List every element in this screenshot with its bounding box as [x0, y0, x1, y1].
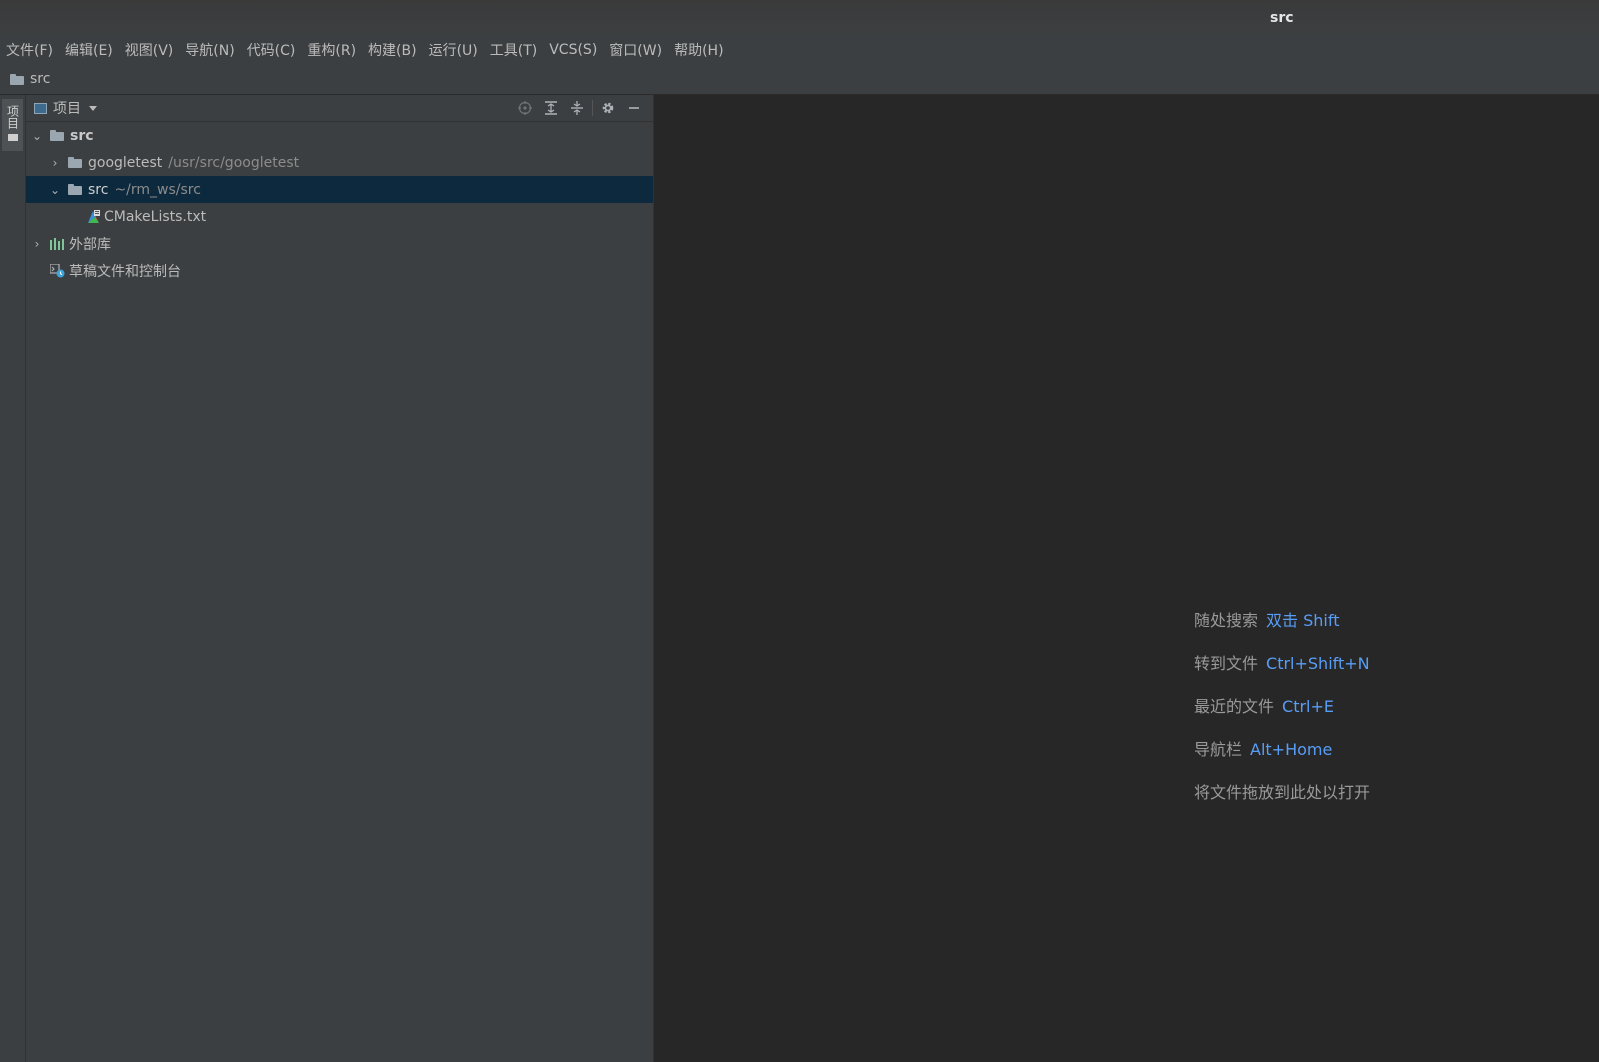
hint-text: 导航栏 [1194, 740, 1243, 759]
menu-help[interactable]: 帮助(H) [668, 40, 729, 60]
project-panel-header: 项目 [26, 95, 653, 122]
project-tab-label: 项目 [5, 105, 20, 129]
menu-code[interactable]: 代码(C) [241, 40, 302, 60]
hint-text: 将文件拖放到此处以打开 [1194, 783, 1371, 802]
minimize-icon[interactable] [621, 95, 647, 121]
editor-area[interactable] [654, 95, 1599, 1062]
hint-search-everywhere: 随处搜索 双击 Shift [1194, 607, 1339, 631]
chevron-down-icon[interactable]: ⌄ [32, 129, 42, 143]
toolbar-separator [592, 100, 593, 116]
library-icon [50, 237, 64, 250]
tree-label: googletest [88, 154, 163, 171]
hint-shortcut: Ctrl+Shift+N [1266, 654, 1370, 673]
tree-row-cmakelists[interactable]: CMakeLists.txt [26, 203, 653, 230]
gear-icon[interactable] [595, 95, 621, 121]
hint-go-to-file: 转到文件 Ctrl+Shift+N [1194, 650, 1370, 674]
expand-all-icon[interactable] [538, 95, 564, 121]
menu-navigate[interactable]: 导航(N) [179, 40, 240, 60]
hint-text: 最近的文件 [1194, 697, 1275, 716]
hint-navigation-bar: 导航栏 Alt+Home [1194, 736, 1332, 760]
locate-icon[interactable] [512, 95, 538, 121]
menu-bar: 文件(F) 编辑(E) 视图(V) 导航(N) 代码(C) 重构(R) 构建(B… [0, 36, 1599, 64]
menu-view[interactable]: 视图(V) [119, 40, 180, 60]
hint-text: 转到文件 [1194, 654, 1259, 673]
menu-run[interactable]: 运行(U) [423, 40, 484, 60]
hint-drop-files: 将文件拖放到此处以打开 [1194, 779, 1370, 803]
window-title: src [1270, 10, 1294, 26]
tree-row-googletest[interactable]: › googletest /usr/src/googletest [26, 149, 653, 176]
hint-text: 随处搜索 [1194, 611, 1259, 630]
folder-icon [10, 73, 24, 85]
chevron-right-icon[interactable]: › [32, 237, 42, 251]
breadcrumb-label: src [30, 71, 51, 87]
hint-shortcut: Ctrl+E [1282, 697, 1334, 716]
title-bar: src [0, 0, 1599, 36]
hint-shortcut: Alt+Home [1250, 740, 1333, 759]
collapse-all-icon[interactable] [564, 95, 590, 121]
breadcrumb-src[interactable]: src [0, 71, 50, 87]
project-panel: 项目 ⌄ src › googletest /usr/src/googletes… [26, 95, 654, 1062]
menu-window[interactable]: 窗口(W) [603, 40, 668, 60]
menu-build[interactable]: 构建(B) [362, 40, 423, 60]
hint-shortcut: 双击 Shift [1266, 611, 1340, 630]
tree-label: CMakeLists.txt [104, 208, 207, 225]
menu-tools[interactable]: 工具(T) [484, 40, 543, 60]
menu-refactor[interactable]: 重构(R) [301, 40, 362, 60]
module-folder-icon [50, 130, 64, 141]
project-view-selector[interactable]: 项目 [53, 98, 81, 118]
folder-icon [68, 184, 82, 195]
folder-icon [7, 133, 18, 141]
cmake-file-icon [86, 209, 100, 224]
scratch-console-icon [49, 262, 65, 278]
folder-icon [68, 157, 82, 168]
menu-vcs[interactable]: VCS(S) [543, 42, 603, 58]
tree-label: 草稿文件和控制台 [69, 263, 181, 280]
dropdown-caret-icon[interactable] [89, 105, 97, 111]
tree-path: ~/rm_ws/src [114, 181, 201, 198]
tree-row-root[interactable]: ⌄ src [26, 122, 653, 149]
hint-recent-files: 最近的文件 Ctrl+E [1194, 693, 1334, 717]
chevron-right-icon[interactable]: › [50, 156, 60, 170]
tree-row-external-libraries[interactable]: › 外部库 [26, 230, 653, 257]
menu-edit[interactable]: 编辑(E) [59, 40, 119, 60]
navigation-bar: src [0, 64, 1599, 95]
menu-file[interactable]: 文件(F) [0, 40, 59, 60]
left-tool-strip: 项目 [0, 95, 26, 1062]
tree-label: src [70, 127, 94, 144]
tree-path: /usr/src/googletest [168, 154, 300, 171]
project-view-icon [34, 102, 47, 114]
tree-row-src[interactable]: ⌄ src ~/rm_ws/src [26, 176, 653, 203]
tree-label: src [88, 181, 109, 198]
project-tool-tab[interactable]: 项目 [2, 99, 23, 151]
chevron-down-icon[interactable]: ⌄ [50, 183, 60, 197]
tree-row-scratches[interactable]: 草稿文件和控制台 [26, 257, 653, 284]
tree-label: 外部库 [69, 236, 111, 253]
